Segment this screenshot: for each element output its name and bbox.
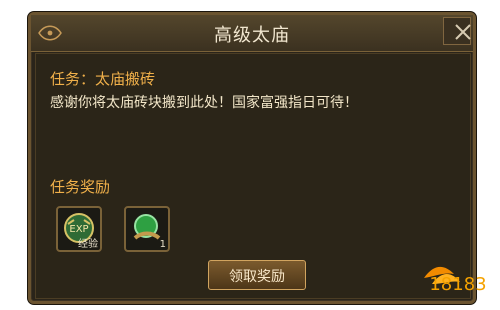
reward-slot-jade[interactable]: 1 [124, 206, 170, 252]
svg-text:EXP: EXP [69, 224, 88, 235]
bird-logo-icon: 18183 [424, 266, 487, 295]
task-title: 任务：太庙搬砖 [50, 70, 156, 88]
dialog-titlebar: 高级太庙 [31, 15, 473, 52]
close-icon [455, 24, 471, 40]
quest-dialog: 高级太庙 任务：太庙搬砖 感谢你将太庙砖块搬到此处！国家富强指日可待！ 任务奖励… [28, 12, 476, 304]
claim-reward-button[interactable]: 领取奖励 [208, 260, 306, 290]
dialog-content: 任务：太庙搬砖 感谢你将太庙砖块搬到此处！国家富强指日可待！ 任务奖励 EXP … [35, 53, 471, 299]
reward-label-jade: 1 [159, 239, 166, 250]
dialog-title: 高级太庙 [214, 25, 290, 46]
watermark-text: 18183 [429, 274, 486, 295]
reward-label-exp: 经验 [78, 239, 98, 250]
reward-header: 任务奖励 [50, 178, 111, 196]
close-button[interactable] [443, 17, 471, 45]
reward-slot-exp[interactable]: EXP 经验 [56, 206, 102, 252]
watermark: 18183 [422, 256, 492, 302]
task-description: 感谢你将太庙砖块搬到此处！国家富强指日可待！ [50, 95, 358, 111]
